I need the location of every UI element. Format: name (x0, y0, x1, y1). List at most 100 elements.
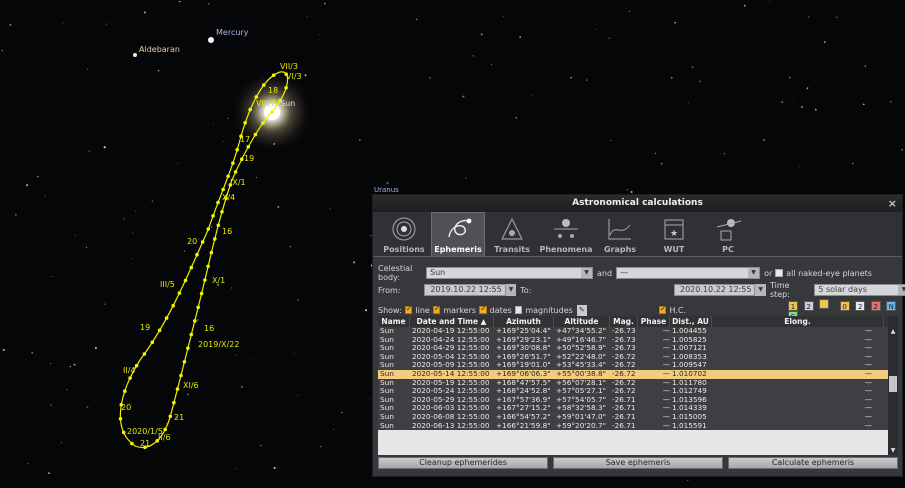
star (675, 162, 676, 164)
ephemeris-table[interactable]: Name Date and Time ▲ Azimuth Altitude Ma… (378, 316, 898, 455)
phenomena-icon (554, 219, 578, 238)
ephemeris-marker (157, 328, 162, 333)
star (259, 444, 262, 447)
table-row[interactable]: Sun 2020-05-29 12:55:00 +167°57'36.9" +57°5… (378, 395, 898, 405)
path-label: 17 (240, 135, 251, 144)
star (230, 287, 233, 289)
star (608, 37, 611, 40)
timestep-select[interactable]: 5 solar days ▼ (814, 284, 905, 296)
tab-graphs[interactable]: Graphs (593, 212, 647, 256)
table-scrollbar[interactable]: ▲ ▼ (888, 316, 898, 455)
tab-positions[interactable]: Positions (377, 212, 431, 256)
ephemeris-marker (270, 110, 274, 114)
star (472, 55, 474, 57)
calculate-ephemeris-button[interactable]: Calculate ephemeris (728, 457, 898, 469)
magnitudes-checkbox[interactable] (514, 306, 523, 314)
save-ephemeris-button[interactable]: Save ephemeris (553, 457, 723, 469)
hc-checkbox[interactable] (658, 304, 667, 314)
column-header-distance[interactable]: Dist., AU (670, 316, 712, 327)
table-row[interactable]: Sun 2020-05-24 12:55:00 +168°24'52.8" +57°0… (378, 387, 898, 396)
dates-checkbox[interactable] (479, 304, 487, 314)
table-row[interactable]: Sun 2020-04-29 12:55:00 +169°30'08.8" +50°5… (378, 344, 898, 353)
column-header-elongation[interactable]: Elong. (712, 316, 884, 327)
column-header-date[interactable]: Date and Time ▲ (410, 316, 494, 327)
color-button[interactable]: 2 (803, 301, 814, 311)
color-button[interactable]: 0 (839, 301, 850, 311)
scroll-up-icon[interactable]: ▲ (888, 328, 898, 336)
color-button[interactable]: 1 (788, 301, 799, 311)
second-body-select[interactable]: — ▼ (616, 267, 761, 279)
ephemeris-marker (221, 187, 225, 192)
path-label: 19 (140, 323, 151, 332)
tab-ephemeris[interactable]: Ephemeris (431, 212, 485, 256)
star (273, 466, 276, 469)
column-header-name[interactable]: Name (378, 316, 410, 327)
ephemeris-marker (172, 400, 176, 405)
column-header-phase[interactable]: Phase (638, 316, 670, 327)
star (654, 152, 657, 155)
scroll-down-icon[interactable]: ▼ (888, 447, 898, 455)
table-row[interactable]: Sun 2020-06-08 12:55:00 +166°54'57.2" +59°0… (378, 412, 898, 422)
star (94, 347, 97, 349)
mercury-label: Mercury (216, 28, 249, 37)
table-row[interactable]: Sun 2020-06-13 12:55:00 +166°21'59.8" +59°2… (378, 421, 898, 431)
star (179, 0, 181, 3)
star (177, 163, 179, 164)
wrench-icon[interactable]: ✎ (576, 304, 587, 316)
table-row[interactable]: Sun 2020-04-19 12:55:00 +169°25'04.4" +47°3… (378, 327, 898, 336)
star (208, 3, 210, 5)
star (235, 468, 237, 470)
ephemeris-marker (130, 441, 134, 446)
table-row[interactable]: Sun 2020-06-03 12:55:00 +167°27'15.2" +58°3… (378, 404, 898, 413)
ephemeris-marker (189, 265, 194, 270)
column-header-altitude[interactable]: Altitude (554, 316, 610, 327)
star (88, 150, 90, 152)
all-planets-checkbox[interactable] (775, 269, 784, 277)
from-date-field[interactable]: 2019.10.22 12:55 (424, 284, 506, 296)
ephemeris-marker (199, 291, 204, 296)
star (358, 138, 361, 141)
star (769, 0, 770, 2)
line-checkbox[interactable] (404, 304, 413, 314)
astronomical-calculations-dialog[interactable]: Astronomical calculations × Positions Ep… (372, 194, 905, 477)
color-button[interactable]: 2 (870, 301, 881, 311)
dialog-titlebar[interactable]: Astronomical calculations × (373, 195, 902, 212)
markers-checkbox[interactable] (432, 304, 441, 314)
star (37, 176, 39, 178)
from-date-dropdown[interactable]: ▼ (505, 284, 517, 296)
table-row[interactable]: Sun 2020-05-19 12:55:00 +168°47'57.5" +56°0… (378, 378, 898, 388)
tab-label: WUT (663, 245, 685, 254)
table-row-selected[interactable]: Sun 2020-05-14 12:55:00 +169°06'06.3" +55°0… (378, 369, 898, 379)
ephemeris-marker (186, 346, 190, 351)
column-header-magnitude[interactable]: Mag. (610, 316, 638, 327)
table-row[interactable]: Sun 2020-05-04 12:55:00 +169°26'51.7" +52°2… (378, 352, 898, 362)
tab-pc[interactable]: PC (701, 212, 755, 256)
star (586, 79, 588, 81)
celestial-body-label: Celestial body: (378, 264, 413, 282)
celestial-body-select[interactable]: Sun ▼ (426, 267, 593, 279)
color-button[interactable]: 2 (855, 301, 866, 311)
star (69, 365, 71, 368)
star (66, 388, 68, 391)
star (365, 309, 368, 312)
star (670, 76, 673, 79)
color-button[interactable] (819, 299, 830, 309)
tab-wut[interactable]: ★ WUT (647, 212, 701, 256)
close-icon[interactable]: × (888, 195, 897, 212)
star (73, 363, 76, 366)
wut-icon: ★ (664, 219, 684, 240)
table-row[interactable]: Sun 2020-05-09 12:55:00 +169°19'01.0" +53°4… (378, 361, 898, 370)
table-header: Name Date and Time ▲ Azimuth Altitude Ma… (378, 316, 898, 327)
table-row[interactable]: Sun 2020-04-24 12:55:00 +169°29'23.1" +49°1… (378, 335, 898, 345)
column-header-azimuth[interactable]: Azimuth (494, 316, 554, 327)
tab-phenomena[interactable]: Phenomena (539, 212, 593, 256)
tab-transits[interactable]: Transits (485, 212, 539, 256)
cleanup-ephemerides-button[interactable]: Cleanup ephemerides (378, 457, 548, 469)
to-date-dropdown[interactable]: ▼ (755, 284, 766, 296)
tab-bar: Positions Ephemeris Transits Phenomena G… (373, 212, 902, 257)
path-label: 21 (140, 439, 151, 448)
to-date-field[interactable]: 2020.10.22 12:55 (673, 284, 756, 296)
color-button[interactable]: N (886, 301, 897, 311)
star (691, 66, 694, 69)
scroll-thumb[interactable] (889, 376, 897, 392)
